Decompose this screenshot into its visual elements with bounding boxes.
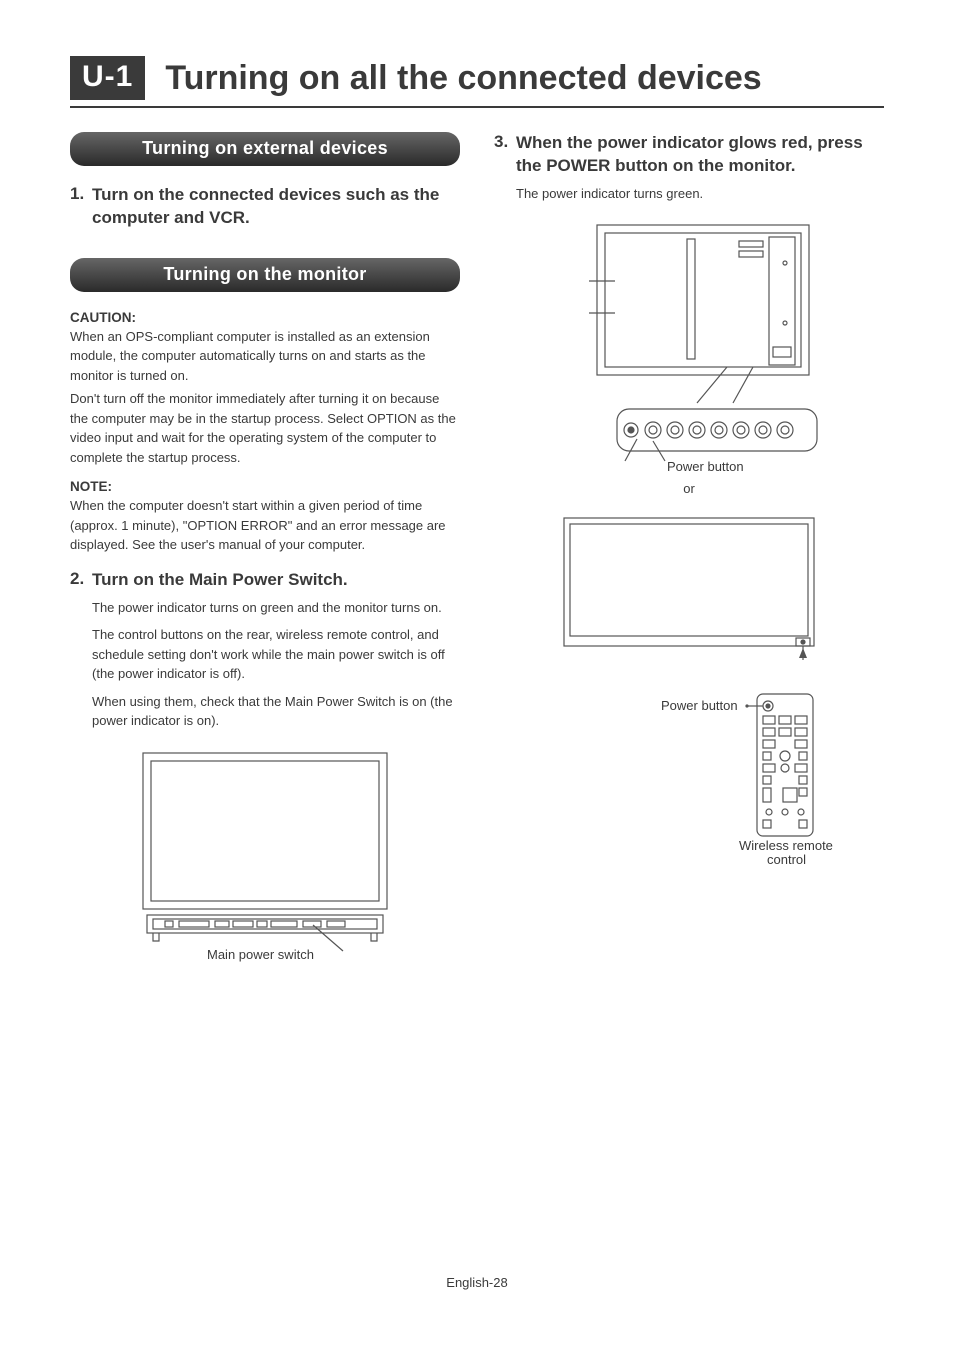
- diagram-caption: Main power switch: [207, 947, 314, 962]
- diagram-monitor-rear: Main power switch: [135, 745, 395, 965]
- title-rule: [70, 106, 884, 108]
- caution-text-1: When an OPS-compliant computer is instal…: [70, 327, 460, 386]
- diagram-monitor-front: [544, 510, 834, 670]
- step-2-body-2: The control buttons on the rear, wireles…: [92, 625, 460, 684]
- step-heading: Turn on the Main Power Switch.: [92, 569, 348, 592]
- caution-text-2: Don't turn off the monitor immediately a…: [70, 389, 460, 467]
- page-title: Turning on all the connected devices: [165, 59, 761, 98]
- step-3-body: The power indicator turns green.: [516, 184, 884, 204]
- step-2-body-3: When using them, check that the Main Pow…: [92, 692, 460, 731]
- columns: Turning on external devices 1. Turn on t…: [70, 132, 884, 969]
- section-chip: U-1: [70, 56, 145, 100]
- title-row: U-1 Turning on all the connected devices: [70, 56, 884, 100]
- left-column: Turning on external devices 1. Turn on t…: [70, 132, 460, 969]
- section-heading-monitor: Turning on the monitor: [70, 258, 460, 292]
- diagram-remote: Power button Wireless remote control: [539, 684, 839, 864]
- section-heading-external: Turning on external devices: [70, 132, 460, 166]
- remote-caption-1: Wireless remote: [739, 838, 833, 853]
- step-number: 3.: [494, 132, 516, 178]
- page: U-1 Turning on all the connected devices…: [0, 0, 954, 969]
- note-label: NOTE:: [70, 479, 460, 494]
- or-label: or: [494, 481, 884, 496]
- note-text: When the computer doesn't start within a…: [70, 496, 460, 555]
- step-2: 2. Turn on the Main Power Switch.: [70, 569, 460, 592]
- step-heading: Turn on the connected devices such as th…: [92, 184, 460, 230]
- step-3: 3. When the power indicator glows red, p…: [494, 132, 884, 178]
- right-column: 3. When the power indicator glows red, p…: [494, 132, 884, 969]
- diagram-caption: Power button: [661, 698, 738, 713]
- step-number: 2.: [70, 569, 92, 592]
- diagram-caption: Power button: [667, 459, 744, 474]
- page-footer: English-28: [0, 1275, 954, 1290]
- step-1: 1. Turn on the connected devices such as…: [70, 184, 460, 230]
- remote-caption-2: control: [767, 852, 806, 864]
- caution-label: CAUTION:: [70, 310, 460, 325]
- diagram-monitor-buttons: Power button: [539, 217, 839, 477]
- step-heading: When the power indicator glows red, pres…: [516, 132, 884, 178]
- step-number: 1.: [70, 184, 92, 230]
- step-2-body-1: The power indicator turns on green and t…: [92, 598, 460, 618]
